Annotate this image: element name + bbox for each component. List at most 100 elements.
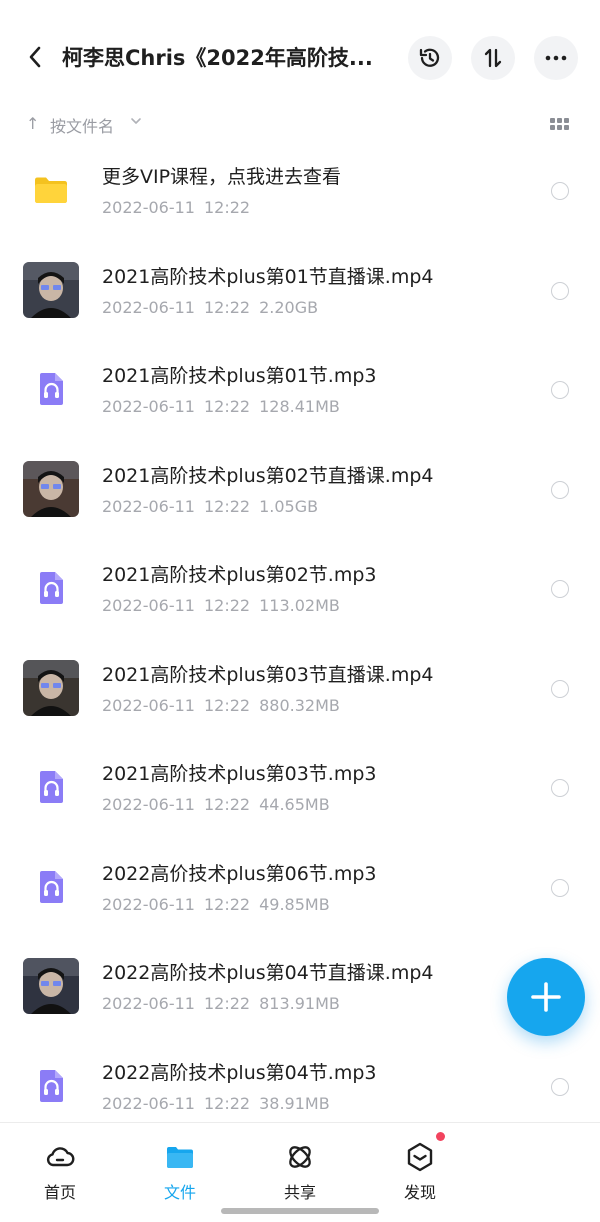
grid-view-icon[interactable]	[550, 118, 569, 130]
file-time: 12:22	[203, 198, 251, 217]
history-icon	[419, 48, 440, 67]
top-bar: 柯李思Chris《2022年高阶技...	[0, 0, 600, 115]
file-name: 2021高阶技术plus第01节直播课.mp4	[102, 265, 434, 288]
file-date: 2022-06-11	[102, 1093, 195, 1113]
add-button[interactable]	[507, 958, 585, 1036]
file-time: 12:22	[203, 496, 251, 516]
select-checkbox[interactable]	[551, 679, 569, 698]
sort-direction-icon[interactable]: ↑	[26, 114, 39, 133]
file-size: 813.91MB	[259, 994, 340, 1013]
file-meta: 2022-06-11 12:22 128.41MB	[102, 396, 349, 418]
file-name: 2021高阶技术plus第01节.mp3	[102, 365, 377, 387]
file-time: 12:22	[203, 795, 251, 814]
sort-bar: ↑ 按文件名	[0, 108, 600, 142]
select-checkbox[interactable]	[551, 381, 569, 399]
file-time: 12:22	[203, 596, 251, 615]
file-size: 1.05GB	[259, 496, 319, 516]
file-date: 2022-06-11	[102, 297, 195, 317]
file-size: 2.20GB	[259, 297, 319, 317]
cloud-icon	[46, 1147, 75, 1167]
file-row[interactable]: 2021高阶技术plus第03节直播课.mp4 2022-06-11 12:22 88…	[0, 640, 600, 740]
file-size: 49.85MB	[259, 894, 330, 914]
file-size: 38.91MB	[259, 1093, 330, 1113]
file-time: 12:22	[203, 397, 251, 416]
file-row[interactable]: 2021高阶技术plus第02节直播课.mp4 2022-06-11 12:22 1.…	[0, 441, 600, 541]
select-checkbox[interactable]	[551, 580, 569, 598]
file-date: 2022-06-11	[102, 198, 195, 217]
file-size: 113.02MB	[259, 596, 340, 615]
tab-files[interactable]: 文件	[120, 1123, 240, 1222]
file-name: 2021高阶技术plus第03节.mp3	[102, 763, 377, 785]
file-meta: 2022-06-11 12:22 1.05GB	[102, 496, 327, 518]
file-name: 2022高价技术plus第06节.mp3	[102, 862, 377, 885]
select-checkbox[interactable]	[551, 779, 569, 797]
file-date: 2022-06-11	[102, 894, 195, 914]
audio-file-icon	[23, 560, 79, 616]
file-meta: 2022-06-11 12:22 2.20GB	[102, 297, 327, 319]
file-meta: 2022-06-11 12:22 44.65MB	[102, 794, 339, 816]
history-button[interactable]	[408, 36, 452, 80]
audio-file-icon	[23, 1058, 79, 1114]
cube-icon	[407, 1142, 433, 1172]
more-dots-icon	[545, 55, 567, 61]
file-name: 2022高阶技术plus第04节直播课.mp4	[102, 962, 434, 984]
folder-icon	[167, 1147, 193, 1168]
tab-home[interactable]: 首页	[0, 1123, 120, 1222]
plus-icon	[531, 982, 561, 1012]
sort-field-label[interactable]: 按文件名	[50, 113, 114, 137]
select-checkbox[interactable]	[551, 480, 569, 499]
file-time: 12:22	[203, 1093, 251, 1113]
tab-label: 首页	[43, 1183, 76, 1202]
file-name: 2021高阶技术plus第03节直播课.mp4	[102, 663, 434, 686]
file-row[interactable]: 2021高阶技术plus第01节直播课.mp4 2022-06-11 12:22 2.…	[0, 242, 600, 342]
file-row[interactable]: 2021高阶技术plus第01节.mp3 2022-06-11 12:22 128.4…	[0, 341, 600, 441]
select-checkbox[interactable]	[551, 878, 569, 897]
file-row[interactable]: 2021高阶技术plus第03节.mp3 2022-06-11 12:22 44.65…	[0, 739, 600, 839]
select-checkbox[interactable]	[551, 281, 569, 300]
back-button[interactable]	[20, 40, 50, 74]
file-meta: 2022-06-11 12:22 813.91MB	[102, 993, 349, 1015]
audio-file-icon	[23, 859, 79, 915]
file-time: 12:22	[203, 894, 251, 914]
file-size: 44.65MB	[259, 795, 330, 814]
sort-toggle-button[interactable]	[471, 36, 515, 80]
tab-label: 发现	[403, 1183, 436, 1202]
file-row[interactable]: 2021高阶技术plus第02节.mp3 2022-06-11 12:22 113.0…	[0, 540, 600, 640]
file-date: 2022-06-11	[102, 695, 195, 715]
file-size: 880.32MB	[259, 695, 340, 715]
atom-icon	[289, 1146, 311, 1168]
file-name: 2022高阶技术plus第04节.mp3	[102, 1061, 377, 1084]
audio-file-icon	[23, 361, 79, 417]
select-checkbox[interactable]	[551, 182, 569, 200]
video-thumbnail	[23, 460, 79, 517]
file-time: 12:22	[203, 994, 251, 1013]
chevron-left-icon	[29, 46, 41, 68]
video-thumbnail	[23, 261, 79, 318]
file-date: 2022-06-11	[102, 596, 195, 615]
audio-file-icon	[23, 759, 79, 815]
file-meta: 2022-06-11 12:22 49.85MB	[102, 894, 339, 916]
chevron-down-icon[interactable]	[130, 116, 142, 126]
tab-label: 共享	[283, 1183, 316, 1202]
file-date: 2022-06-11	[102, 795, 195, 814]
select-checkbox[interactable]	[551, 1077, 569, 1096]
file-date: 2022-06-11	[102, 496, 195, 516]
file-date: 2022-06-11	[102, 994, 195, 1013]
file-row[interactable]: 更多VIP课程，点我进去查看 2022-06-11 12:22	[0, 142, 600, 242]
file-time: 12:22	[203, 297, 251, 317]
home-indicator	[221, 1208, 379, 1214]
file-time: 12:22	[203, 695, 251, 715]
folder-icon	[23, 162, 79, 218]
file-size: 128.41MB	[259, 397, 340, 416]
file-meta: 2022-06-11 12:22 38.91MB	[102, 1093, 339, 1115]
file-row[interactable]: 2022高价技术plus第06节.mp3 2022-06-11 12:22 49.85…	[0, 839, 600, 939]
tab-discover[interactable]: 发现	[360, 1123, 480, 1222]
tab-label: 文件	[163, 1183, 196, 1202]
file-meta: 2022-06-11 12:22	[102, 197, 259, 219]
file-name: 更多VIP课程，点我进去查看	[102, 166, 342, 188]
more-button[interactable]	[534, 36, 578, 80]
notification-badge	[436, 1132, 445, 1141]
sort-arrows-icon	[484, 48, 502, 68]
file-name: 2021高阶技术plus第02节.mp3	[102, 564, 377, 586]
video-thumbnail	[23, 958, 79, 1014]
